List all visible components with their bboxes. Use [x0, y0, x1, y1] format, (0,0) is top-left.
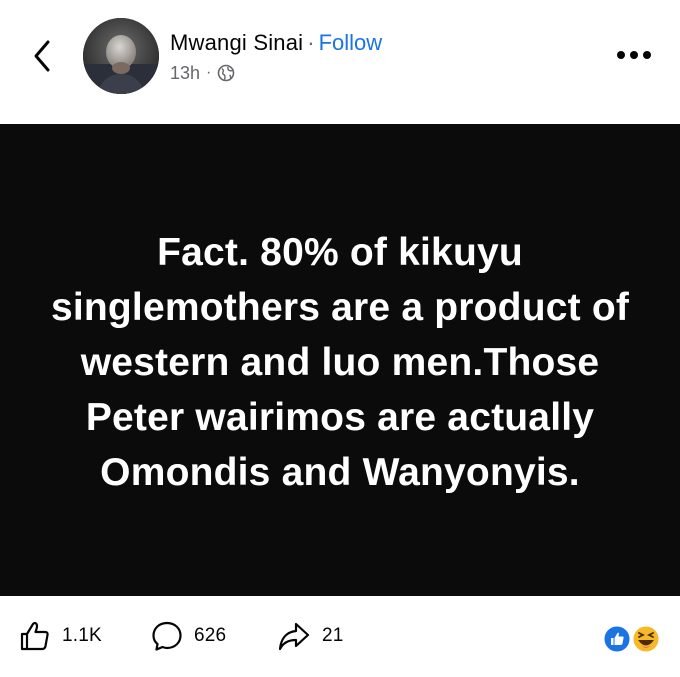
author-name[interactable]: Mwangi Sinai	[170, 30, 303, 55]
comment-icon	[152, 621, 182, 651]
comment-count: 626	[194, 625, 227, 646]
name-separator: ·	[307, 30, 315, 55]
post-text-card: Fact. 80% of kikuyu singlemothers are a …	[0, 124, 680, 596]
like-count: 1.1K	[62, 625, 102, 646]
like-reaction-icon	[602, 624, 632, 654]
author-line: Mwangi Sinai · Follow	[170, 30, 382, 56]
more-horizontal-icon	[617, 51, 651, 59]
share-button[interactable]: 21	[276, 616, 344, 656]
meta-dot: ·	[206, 64, 212, 81]
post-screen: Mwangi Sinai · Follow 13h · Fact. 80% of k…	[0, 0, 680, 677]
more-options-button[interactable]	[612, 40, 656, 70]
post-meta: 13h ·	[170, 62, 235, 84]
author-avatar[interactable]	[83, 18, 159, 94]
like-button[interactable]: 1.1K	[18, 616, 102, 656]
globe-icon[interactable]	[217, 64, 235, 82]
comment-button[interactable]: 626	[150, 616, 226, 656]
share-count: 21	[322, 625, 344, 646]
chevron-left-icon	[34, 40, 50, 72]
post-actions: 1.1K 626 21	[0, 596, 680, 677]
share-arrow-icon	[278, 622, 310, 651]
reaction-summary[interactable]	[602, 624, 662, 659]
thumbs-up-icon	[20, 621, 49, 651]
back-button[interactable]	[26, 38, 58, 74]
post-timestamp[interactable]: 13h	[170, 62, 200, 84]
follow-button[interactable]: Follow	[319, 30, 383, 55]
post-header: Mwangi Sinai · Follow 13h ·	[0, 0, 680, 124]
haha-reaction-icon	[631, 624, 661, 654]
post-text: Fact. 80% of kikuyu singlemothers are a …	[50, 230, 630, 494]
